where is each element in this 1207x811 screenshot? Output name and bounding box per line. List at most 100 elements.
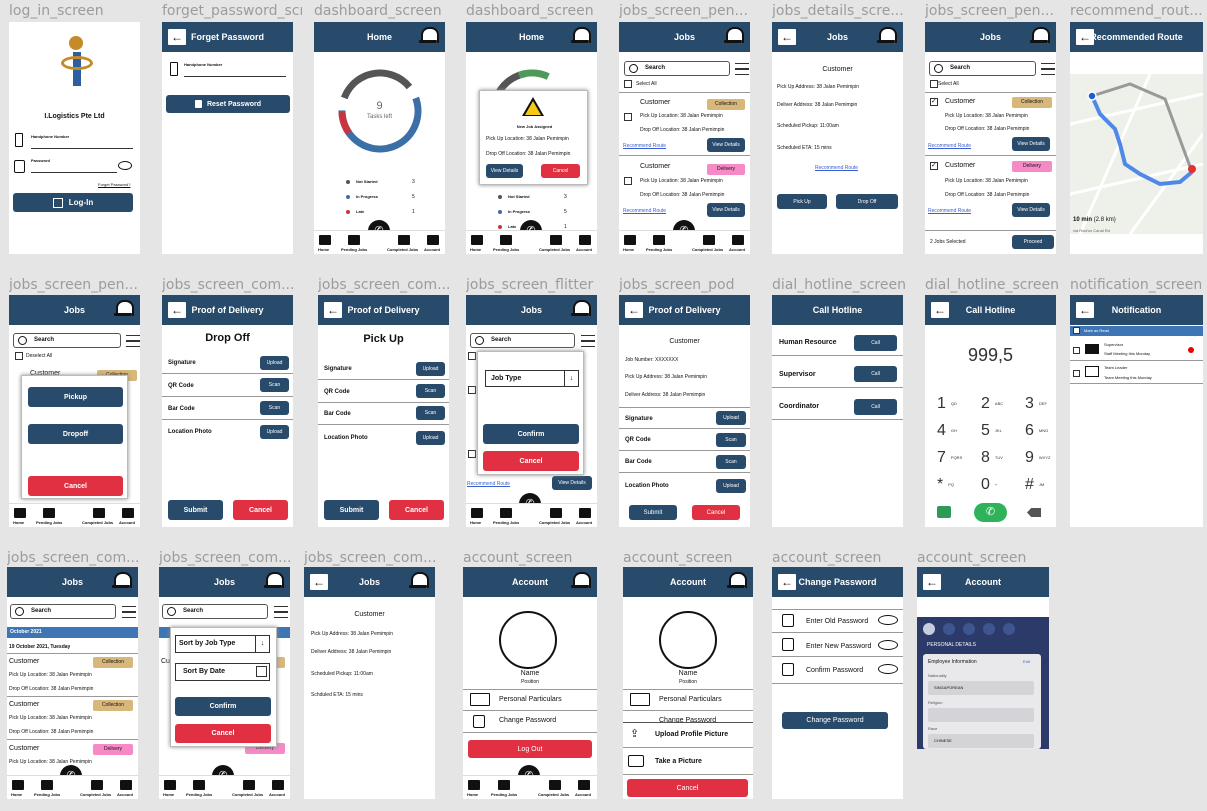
route-map[interactable] (1070, 73, 1203, 235)
cancel-button[interactable]: Cancel (233, 500, 288, 520)
pending-icon[interactable] (193, 780, 205, 790)
back-arrow-icon[interactable]: ← (1076, 302, 1094, 318)
recommend-route-link[interactable]: Recommend Route (623, 143, 666, 149)
upload-signature-button[interactable]: Upload (260, 356, 289, 370)
eye-icon[interactable] (878, 664, 898, 674)
cancel-button[interactable]: Cancel (389, 500, 444, 520)
select-all-checkbox[interactable] (624, 80, 632, 88)
dropoff-button[interactable]: Dropoff (28, 424, 123, 444)
account-icon[interactable] (427, 235, 439, 245)
back-arrow-icon[interactable]: ← (168, 29, 186, 45)
nav-pending[interactable]: Pending Jobs (186, 792, 212, 797)
password-field[interactable] (31, 172, 117, 173)
call-supervisor-button[interactable]: Call (854, 366, 897, 382)
cancel-button[interactable]: Cancel (627, 779, 748, 797)
scan-qr-button[interactable]: Scan (716, 433, 746, 447)
account-icon[interactable] (578, 780, 590, 790)
call-coordinator-button[interactable]: Call (854, 399, 897, 415)
cancel-button[interactable]: Cancel (175, 724, 271, 743)
submit-button[interactable]: Submit (168, 500, 223, 520)
upload-picture-option[interactable]: Upload Profile Picture (655, 731, 728, 738)
nav-home[interactable]: Home (467, 792, 478, 797)
nav-home[interactable]: Home (13, 520, 24, 525)
dial-key[interactable]: 0 + (981, 476, 997, 494)
nav-account[interactable]: Account (269, 792, 285, 797)
upload-photo-button[interactable]: Upload (416, 431, 445, 445)
login-button[interactable]: Log-In (13, 193, 133, 212)
nav-pending[interactable]: Pending Jobs (341, 247, 367, 252)
dial-key[interactable]: 9 WXYZ (1025, 449, 1050, 467)
home-icon[interactable] (468, 780, 480, 790)
pending-icon[interactable] (653, 235, 665, 245)
scan-bar-button[interactable]: Scan (716, 455, 746, 469)
filter-icon[interactable] (126, 335, 140, 347)
backspace-icon[interactable] (1027, 508, 1041, 517)
deselect-all-checkbox[interactable] (15, 352, 23, 360)
personal-particulars-link[interactable]: Personal Particulars (499, 696, 562, 703)
filter-icon[interactable] (122, 606, 136, 618)
back-arrow-icon[interactable]: ← (625, 302, 643, 318)
search-input[interactable]: Search (470, 333, 575, 348)
eye-icon[interactable] (878, 615, 898, 625)
nav-home[interactable]: Home (318, 247, 329, 252)
nav-completed[interactable]: Completed Jobs (539, 247, 570, 252)
job-type-select[interactable]: Job Type ↓ (485, 370, 579, 387)
account-icon[interactable] (120, 780, 132, 790)
recommend-route-link[interactable]: Recommend Route (623, 208, 666, 214)
nav-home[interactable]: Home (623, 247, 634, 252)
nav-pending[interactable]: Pending Jobs (493, 247, 519, 252)
call-button[interactable]: ✆ (974, 503, 1007, 522)
avatar[interactable] (659, 611, 717, 669)
cancel-button[interactable]: Cancel (692, 505, 740, 520)
dropoff-button[interactable]: Drop Off (836, 194, 898, 209)
account-icon[interactable] (579, 235, 591, 245)
forgot-link[interactable]: Forget Password? (98, 182, 130, 187)
nav-completed[interactable]: Completed Jobs (232, 792, 263, 797)
nav-account[interactable]: Account (576, 247, 592, 252)
recommend-route-link[interactable]: Recommend Route (815, 165, 858, 171)
old-password-field[interactable]: Enter Old Password (806, 618, 868, 625)
back-arrow-icon[interactable]: ← (778, 29, 796, 45)
bell-icon[interactable] (727, 571, 747, 591)
completed-icon[interactable] (550, 235, 562, 245)
nav-completed[interactable]: Completed Jobs (80, 792, 111, 797)
submit-button[interactable]: Submit (324, 500, 379, 520)
reset-password-button[interactable]: Reset Password (166, 95, 290, 113)
account-icon[interactable] (732, 235, 744, 245)
home-icon[interactable] (471, 235, 483, 245)
logout-button[interactable]: Log Out (468, 740, 592, 758)
back-arrow-icon[interactable]: ← (923, 574, 941, 590)
nav-account[interactable]: Account (117, 792, 133, 797)
view-details-button[interactable]: View Details (1012, 137, 1050, 151)
home-icon[interactable] (624, 235, 636, 245)
home-icon[interactable] (14, 508, 26, 518)
nav-account[interactable]: Account (575, 792, 591, 797)
filter-icon[interactable] (735, 63, 749, 75)
filter-icon[interactable] (581, 335, 595, 347)
nav-pending[interactable]: Pending Jobs (34, 792, 60, 797)
back-arrow-icon[interactable]: ← (778, 574, 796, 590)
filter-icon[interactable] (274, 606, 288, 618)
account-icon[interactable] (272, 780, 284, 790)
nav-home[interactable]: Home (470, 247, 481, 252)
bell-icon[interactable] (724, 26, 744, 46)
phone-field[interactable] (184, 76, 286, 77)
scan-bar-button[interactable]: Scan (260, 401, 289, 415)
take-picture-option[interactable]: Take a Picture (655, 758, 702, 765)
notification-checkbox[interactable] (1073, 347, 1080, 354)
dial-key[interactable]: * PQ (937, 476, 954, 494)
back-arrow-icon[interactable]: ← (931, 302, 949, 318)
nav-pending[interactable]: Pending Jobs (36, 520, 62, 525)
completed-icon[interactable] (243, 780, 255, 790)
eye-icon[interactable] (118, 161, 132, 170)
cancel-button[interactable]: Cancel (483, 451, 579, 471)
home-icon[interactable] (471, 508, 483, 518)
dial-key[interactable]: 6 MNO (1025, 422, 1048, 440)
nav-pending[interactable]: Pending Jobs (493, 520, 519, 525)
upload-photo-button[interactable]: Upload (716, 479, 746, 493)
bell-icon[interactable] (571, 26, 591, 46)
confirm-button[interactable]: Confirm (175, 697, 271, 716)
cancel-button[interactable]: Cancel (28, 476, 123, 496)
bell-icon[interactable] (571, 299, 591, 319)
change-password-button[interactable]: Change Password (782, 712, 888, 729)
